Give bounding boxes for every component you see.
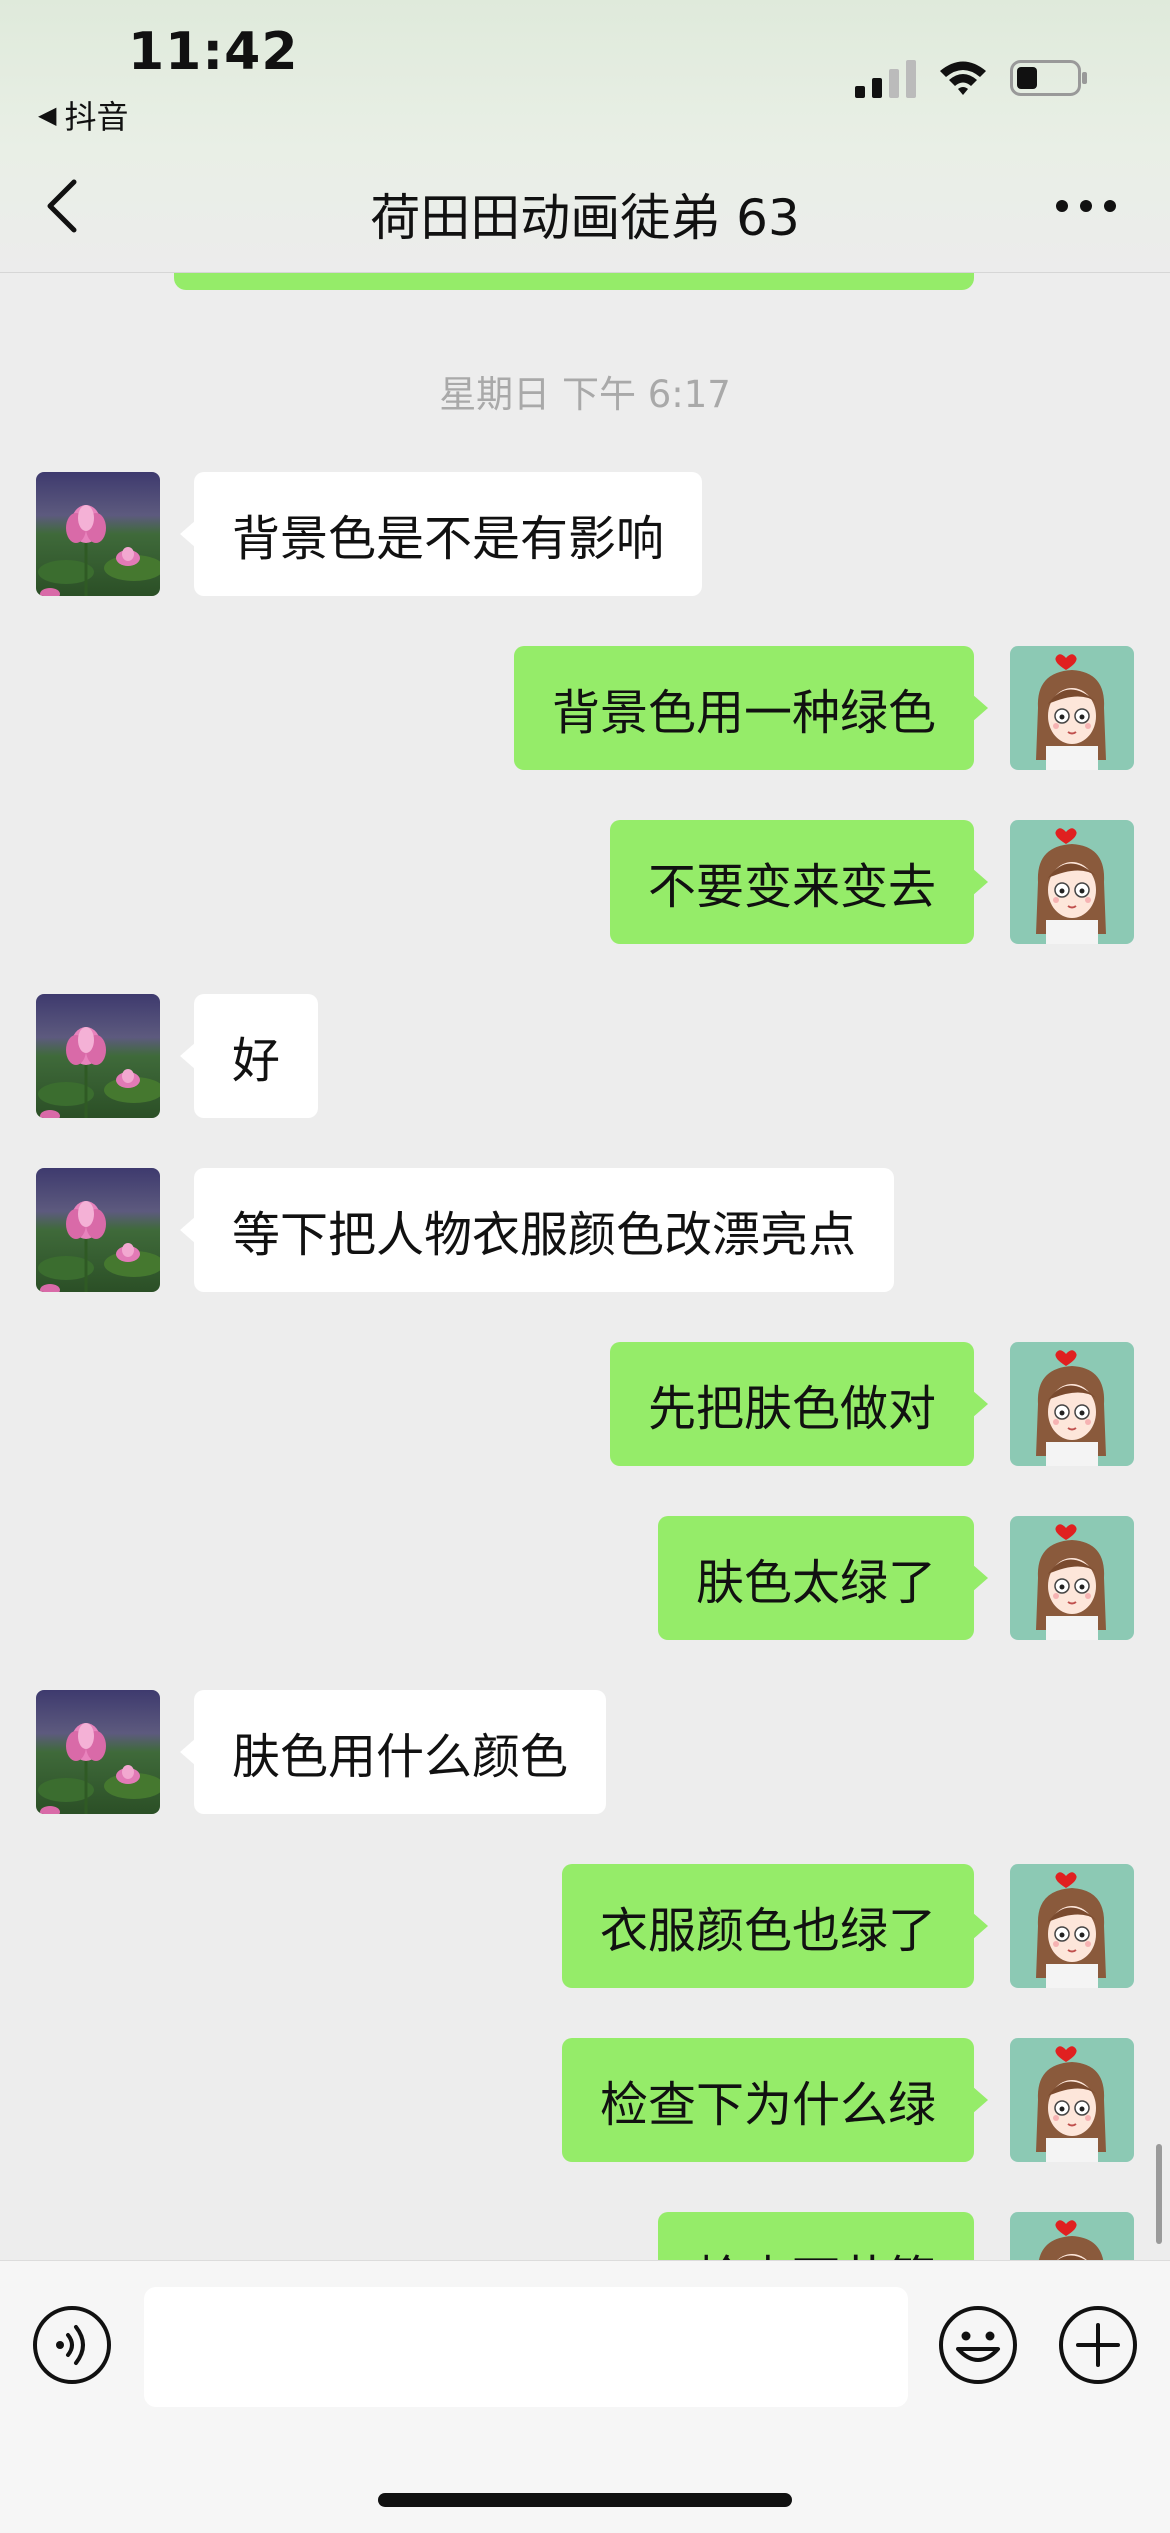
message-row: 肤色太绿了: [0, 1516, 1170, 1640]
emoji-icon[interactable]: [938, 2305, 1018, 2385]
message-timestamp: 星期日 下午 6:17: [439, 373, 731, 416]
scrollbar[interactable]: [1156, 2144, 1162, 2244]
message-row: 好: [0, 994, 1170, 1118]
my-avatar[interactable]: [1010, 2038, 1134, 2162]
status-time: 11:42: [128, 22, 299, 82]
message-row: 背景色用一种绿色: [0, 646, 1170, 770]
chat-area: 星期日 下午 6:17 背景色是不是有影响 背景色用一种绿色 不要变来变去 好 …: [0, 272, 1170, 2260]
back-to-app-link[interactable]: ◀ 抖音: [38, 92, 128, 138]
contact-avatar[interactable]: [36, 994, 160, 1118]
wifi-icon: [940, 61, 986, 95]
signal-icon: [855, 60, 916, 98]
message-row: 检查下节篇: [0, 2212, 1170, 2260]
message-row: 背景色是不是有影响: [0, 472, 1170, 596]
sent-message-bubble[interactable]: 肤色太绿了: [657, 1516, 989, 1640]
sent-message-bubble[interactable]: 先把肤色做对: [609, 1342, 989, 1466]
back-app-label: 抖音: [64, 98, 129, 136]
received-message-bubble[interactable]: 好: [179, 994, 319, 1118]
sent-message-bubble[interactable]: 背景色用一种绿色: [513, 646, 989, 770]
sent-message-bubble[interactable]: 检查下为什么绿: [561, 2038, 989, 2162]
received-message-bubble[interactable]: 肤色用什么颜色: [179, 1690, 607, 1814]
message-row: 肤色用什么颜色: [0, 1690, 1170, 1814]
message-row: 先把肤色做对: [0, 1342, 1170, 1466]
my-avatar[interactable]: [1010, 1516, 1134, 1640]
my-avatar[interactable]: [1010, 1342, 1134, 1466]
sent-message-bubble[interactable]: 衣服颜色也绿了: [561, 1864, 989, 1988]
my-avatar[interactable]: [1010, 646, 1134, 770]
chat-title: 荷田田动画徒弟 63: [370, 189, 800, 247]
sent-message-bubble[interactable]: 不要变来变去: [609, 820, 989, 944]
message-row: 衣服颜色也绿了: [0, 1864, 1170, 1988]
message-row: 不要变来变去: [0, 820, 1170, 944]
message-row: 检查下为什么绿: [0, 2038, 1170, 2162]
contact-avatar[interactable]: [36, 1690, 160, 1814]
my-avatar[interactable]: [1010, 1864, 1134, 1988]
input-bar: [0, 2260, 1170, 2533]
home-indicator: [378, 2493, 792, 2507]
contact-avatar[interactable]: [36, 472, 160, 596]
sent-message-bubble[interactable]: 检查下节篇: [657, 2212, 974, 2260]
contact-avatar[interactable]: [36, 1168, 160, 1292]
message-row: 等下把人物衣服颜色改漂亮点: [0, 1168, 1170, 1292]
battery-icon: [1010, 60, 1087, 96]
back-triangle-icon: ◀: [38, 101, 57, 129]
my-avatar[interactable]: [1010, 2212, 1134, 2260]
my-avatar[interactable]: [1010, 820, 1134, 944]
received-message-bubble[interactable]: 背景色是不是有影响: [179, 472, 703, 596]
more-dots-icon[interactable]: [1054, 196, 1118, 216]
plus-icon[interactable]: [1058, 2305, 1138, 2385]
top-bar: 11:42 ◀ 抖音 荷田田动画徒弟 63: [0, 0, 1170, 273]
message-input[interactable]: [144, 2287, 908, 2407]
voice-icon[interactable]: [32, 2305, 112, 2385]
received-message-bubble[interactable]: 等下把人物衣服颜色改漂亮点: [179, 1168, 895, 1292]
